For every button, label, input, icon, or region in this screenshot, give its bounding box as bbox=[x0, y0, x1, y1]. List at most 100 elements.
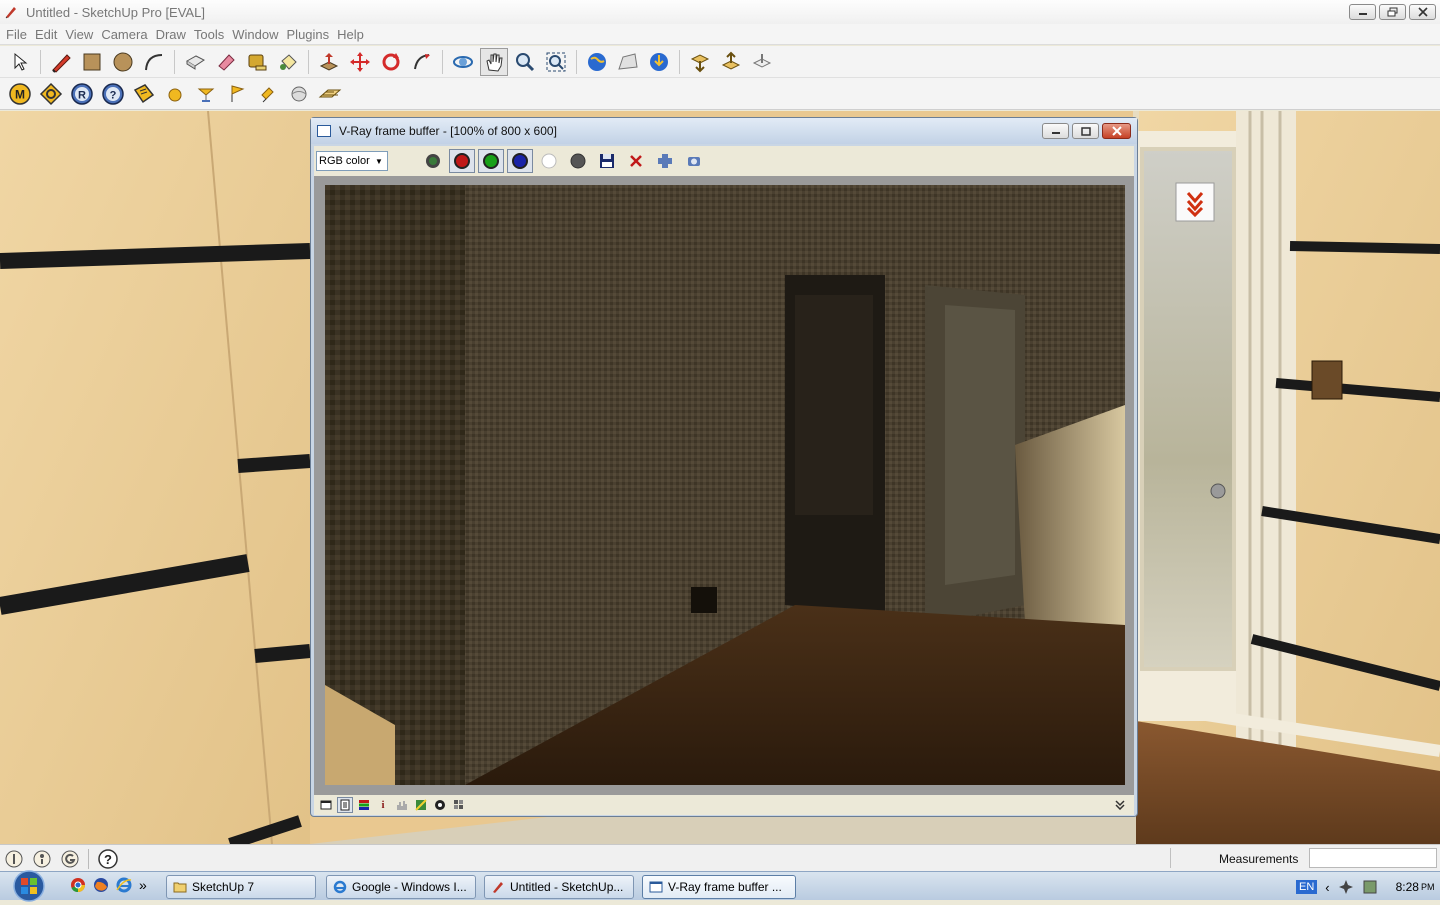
menu-draw[interactable]: Draw bbox=[156, 27, 186, 42]
volume-icon[interactable] bbox=[1362, 879, 1378, 895]
language-indicator[interactable]: EN bbox=[1296, 880, 1318, 894]
geo-location-icon[interactable] bbox=[4, 849, 24, 869]
duplicate-vfb-button[interactable] bbox=[681, 149, 707, 173]
vray-material-editor-button[interactable]: M bbox=[6, 80, 34, 108]
menu-tools[interactable]: Tools bbox=[194, 27, 224, 42]
share-component-button[interactable] bbox=[748, 48, 776, 76]
vray-options-button[interactable] bbox=[37, 80, 65, 108]
internet-explorer-icon[interactable] bbox=[116, 877, 132, 893]
menu-view[interactable]: View bbox=[65, 27, 93, 42]
taskbar-button-google-ie[interactable]: Google - Windows I... bbox=[326, 875, 476, 899]
green-channel-button[interactable] bbox=[478, 149, 504, 173]
vray-spot-light-button[interactable] bbox=[192, 80, 220, 108]
close-button[interactable] bbox=[1409, 4, 1436, 20]
select-tool-icon bbox=[14, 52, 28, 71]
use-colour-level-button[interactable] bbox=[337, 797, 353, 813]
blue-channel-icon bbox=[512, 153, 528, 169]
make-component-button[interactable] bbox=[181, 48, 209, 76]
zoom-tool-button[interactable] bbox=[511, 48, 539, 76]
histogram-button[interactable] bbox=[394, 797, 410, 813]
place-model-button[interactable] bbox=[645, 48, 673, 76]
monochrome-button[interactable] bbox=[565, 149, 591, 173]
vfb-maximize-button[interactable] bbox=[1072, 123, 1099, 139]
track-mouse-button[interactable] bbox=[652, 149, 678, 173]
select-tool-button[interactable] bbox=[6, 48, 34, 76]
menu-camera[interactable]: Camera bbox=[101, 27, 147, 42]
eraser-tool-button[interactable] bbox=[212, 48, 240, 76]
taskbar-button-sketchup-folder[interactable]: SketchUp 7 bbox=[166, 875, 316, 899]
zoom-extents-button[interactable] bbox=[542, 48, 570, 76]
vfb-render-area[interactable] bbox=[314, 176, 1134, 796]
orbit-tool-button[interactable] bbox=[449, 48, 477, 76]
eraser-tool-icon bbox=[218, 53, 235, 71]
minimize-button[interactable] bbox=[1349, 4, 1376, 20]
vfb-close-button[interactable] bbox=[1102, 123, 1131, 139]
alpha-channel-button[interactable] bbox=[536, 149, 562, 173]
google-earth-button[interactable] bbox=[583, 48, 611, 76]
measurements-input[interactable] bbox=[1309, 848, 1437, 868]
toggle-terrain-button[interactable] bbox=[614, 48, 642, 76]
pan-tool-button[interactable] bbox=[480, 47, 508, 76]
quicklaunch-more[interactable]: » bbox=[139, 877, 147, 893]
red-channel-button[interactable] bbox=[449, 149, 475, 173]
sketchup-icon bbox=[493, 882, 503, 893]
menu-plugins[interactable]: Plugins bbox=[287, 27, 330, 42]
use-colour-curve-button[interactable] bbox=[356, 797, 372, 813]
taskbar-button-vfb[interactable]: V-Ray frame buffer ... bbox=[642, 875, 796, 899]
show-corrections-button[interactable] bbox=[318, 797, 334, 813]
rectangle-tool-button[interactable] bbox=[78, 48, 106, 76]
push-pull-button[interactable] bbox=[315, 48, 343, 76]
vray-render-label: R bbox=[78, 89, 86, 101]
share-model-button[interactable] bbox=[717, 48, 745, 76]
menu-window[interactable]: Window bbox=[232, 27, 278, 42]
pan-tool-icon bbox=[486, 53, 503, 72]
info-button[interactable]: i bbox=[375, 797, 391, 813]
rotate-tool-button[interactable] bbox=[377, 48, 405, 76]
taskbar-button-sketchup[interactable]: Untitled - SketchUp... bbox=[484, 875, 634, 899]
srgb-button[interactable] bbox=[432, 797, 448, 813]
credits-icon[interactable] bbox=[32, 849, 52, 869]
chrome-icon[interactable] bbox=[70, 877, 86, 893]
follow-me-button[interactable] bbox=[408, 48, 436, 76]
vray-infinite-plane-button[interactable] bbox=[316, 80, 344, 108]
vfb-expand-button[interactable] bbox=[1112, 797, 1128, 813]
quick-launch: » bbox=[70, 877, 147, 893]
menu-help[interactable]: Help bbox=[337, 27, 364, 42]
lut-button[interactable] bbox=[413, 797, 429, 813]
paint-bucket-button[interactable] bbox=[274, 48, 302, 76]
vray-frame-buffer-button[interactable] bbox=[130, 80, 158, 108]
google-login-icon[interactable] bbox=[60, 849, 80, 869]
network-icon[interactable] bbox=[1338, 879, 1354, 895]
arc-tool-button[interactable] bbox=[140, 48, 168, 76]
info-icon: i bbox=[381, 799, 385, 811]
vray-omni-light-button[interactable] bbox=[223, 80, 251, 108]
vray-ies-light-button[interactable] bbox=[254, 80, 282, 108]
tape-measure-button[interactable] bbox=[243, 48, 271, 76]
blue-channel-button[interactable] bbox=[507, 149, 533, 173]
use-colour-level-icon bbox=[340, 799, 350, 811]
firefox-icon[interactable] bbox=[93, 877, 109, 893]
vfb-title-bar[interactable]: V-Ray frame buffer - [100% of 800 x 600] bbox=[311, 118, 1137, 144]
vfb-minimize-button[interactable] bbox=[1042, 123, 1069, 139]
clock[interactable]: 8:28 PM bbox=[1396, 880, 1435, 894]
pencil-tool-button[interactable] bbox=[47, 48, 75, 76]
move-tool-button[interactable] bbox=[346, 48, 374, 76]
vray-render-button[interactable]: R bbox=[68, 80, 96, 108]
menu-edit[interactable]: Edit bbox=[35, 27, 57, 42]
measurements-label: Measurements bbox=[1219, 852, 1299, 866]
pixel-info-button[interactable] bbox=[451, 797, 467, 813]
clear-image-button[interactable] bbox=[623, 149, 649, 173]
get-models-button[interactable] bbox=[686, 48, 714, 76]
vray-dome-light-button[interactable] bbox=[285, 80, 313, 108]
restore-button[interactable] bbox=[1379, 4, 1406, 20]
vray-help-button[interactable]: ? bbox=[99, 80, 127, 108]
chevron-left-icon[interactable]: ‹ bbox=[1325, 880, 1329, 895]
vfb-channel-select[interactable]: RGB color ▼ bbox=[316, 151, 388, 171]
vray-sphere-light-button[interactable] bbox=[161, 80, 189, 108]
save-image-button[interactable] bbox=[594, 149, 620, 173]
circle-tool-button[interactable] bbox=[109, 48, 137, 76]
menu-file[interactable]: File bbox=[6, 27, 27, 42]
help-icon[interactable]: ? bbox=[97, 849, 119, 869]
rgb-channel-button[interactable] bbox=[420, 149, 446, 173]
status-separator bbox=[88, 849, 89, 869]
